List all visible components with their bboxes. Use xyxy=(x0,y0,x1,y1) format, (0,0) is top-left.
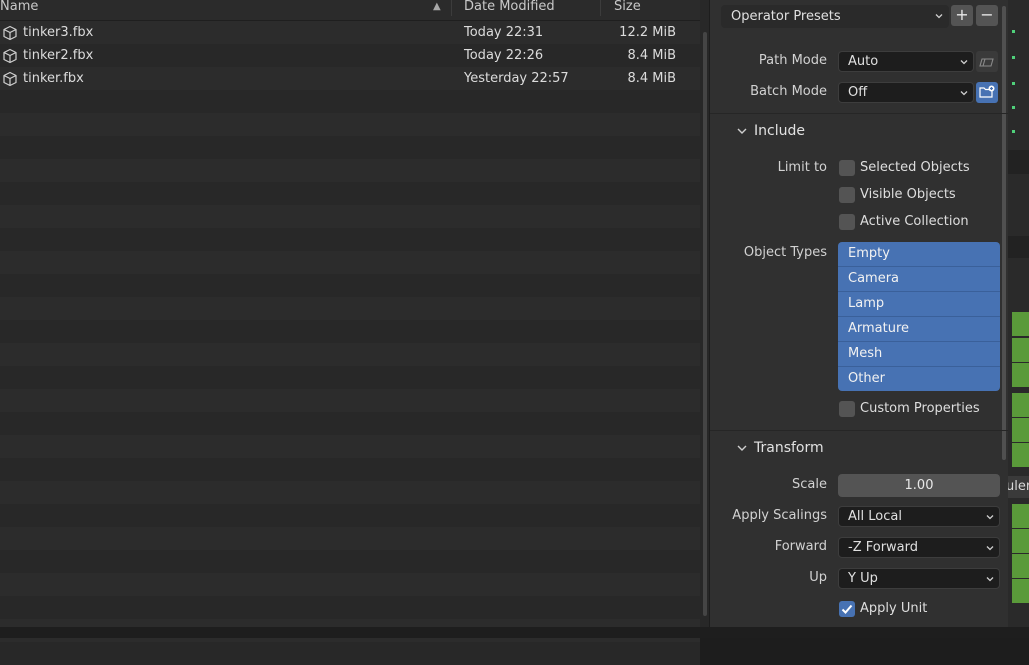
object-types-list: Empty Camera Lamp Armature Mesh Other xyxy=(838,242,1000,391)
batch-mode-dropdown[interactable]: Off xyxy=(838,82,974,103)
active-collection-checkbox[interactable] xyxy=(839,214,855,230)
object-type-lamp[interactable]: Lamp xyxy=(838,292,1000,317)
mesh-cube-icon xyxy=(3,48,17,64)
file-browser: Name ▲ Date Modified Size tinker3.fbx To… xyxy=(0,0,709,665)
selected-objects-checkbox[interactable] xyxy=(839,160,855,176)
chevron-down-icon xyxy=(986,515,994,520)
object-type-camera[interactable]: Camera xyxy=(838,267,1000,292)
remove-preset-button[interactable]: − xyxy=(976,5,998,26)
checkmark-icon xyxy=(841,604,853,614)
path-mode-value: Auto xyxy=(848,54,879,69)
chevron-down-icon[interactable] xyxy=(737,443,747,453)
file-date: Today 22:31 xyxy=(464,25,544,40)
embed-textures-button[interactable] xyxy=(976,51,998,72)
object-type-other[interactable]: Other xyxy=(838,367,1000,391)
column-header-date[interactable]: Date Modified xyxy=(464,0,555,20)
file-list-scrollbar[interactable] xyxy=(703,32,707,616)
file-name: tinker2.fbx xyxy=(23,48,94,63)
object-type-mesh[interactable]: Mesh xyxy=(838,342,1000,367)
file-size: 12.2 MiB xyxy=(619,25,676,40)
file-date: Today 22:26 xyxy=(464,48,544,63)
chevron-down-icon xyxy=(960,60,968,65)
apply-scalings-value: All Local xyxy=(848,509,902,524)
chevron-down-icon xyxy=(960,91,968,96)
panel-scrollbar[interactable] xyxy=(1002,6,1006,460)
file-row[interactable]: tinker3.fbx Today 22:31 12.2 MiB xyxy=(0,21,700,44)
object-type-empty[interactable]: Empty xyxy=(838,242,1000,267)
batch-mode-value: Off xyxy=(848,85,868,100)
selected-objects-label: Selected Objects xyxy=(860,160,970,175)
file-name: tinker.fbx xyxy=(23,71,84,86)
adjacent-editor-label-fragment: uler xyxy=(1008,476,1029,498)
chevron-down-icon xyxy=(935,14,943,19)
custom-properties-checkbox[interactable] xyxy=(839,401,855,417)
section-divider xyxy=(710,113,1008,114)
column-header-size[interactable]: Size xyxy=(614,0,641,20)
sort-ascending-icon[interactable]: ▲ xyxy=(433,0,441,14)
path-mode-dropdown[interactable]: Auto xyxy=(838,51,974,72)
apply-unit-label: Apply Unit xyxy=(860,601,928,616)
adjacent-editor-strip xyxy=(1012,312,1029,336)
chevron-down-icon xyxy=(986,577,994,582)
file-date: Yesterday 22:57 xyxy=(464,71,569,86)
operator-presets-dropdown[interactable]: Operator Presets xyxy=(721,5,949,28)
mesh-cube-icon xyxy=(3,25,17,41)
object-types-label: Object Types xyxy=(743,245,827,260)
active-collection-label: Active Collection xyxy=(860,214,969,229)
chevron-down-icon xyxy=(986,546,994,551)
batch-own-dir-toggle[interactable] xyxy=(976,82,998,103)
file-row[interactable]: tinker2.fbx Today 22:26 8.4 MiB xyxy=(0,44,700,67)
forward-axis-value: -Z Forward xyxy=(848,540,919,555)
up-axis-dropdown[interactable]: Y Up xyxy=(838,568,1000,589)
file-size: 8.4 MiB xyxy=(627,71,676,86)
batch-mode-label: Batch Mode xyxy=(750,84,827,99)
column-separator[interactable] xyxy=(600,0,601,16)
chevron-down-icon[interactable] xyxy=(737,126,747,136)
new-folder-icon xyxy=(979,85,995,98)
scale-label: Scale xyxy=(792,477,827,492)
forward-label: Forward xyxy=(774,539,827,554)
file-size: 8.4 MiB xyxy=(627,48,676,63)
add-preset-button[interactable]: + xyxy=(951,5,973,26)
up-axis-value: Y Up xyxy=(848,571,878,586)
file-row[interactable]: tinker.fbx Yesterday 22:57 8.4 MiB xyxy=(0,67,700,90)
path-mode-label: Path Mode xyxy=(758,53,827,68)
column-header-name[interactable]: Name xyxy=(0,0,38,20)
file-name: tinker3.fbx xyxy=(23,25,94,40)
bottom-border xyxy=(0,627,1029,638)
include-section-header[interactable]: Include xyxy=(754,121,805,141)
operator-presets-label: Operator Presets xyxy=(731,9,841,24)
custom-properties-label: Custom Properties xyxy=(860,401,980,416)
apply-scalings-dropdown[interactable]: All Local xyxy=(838,506,1000,527)
embed-textures-icon xyxy=(979,58,994,67)
file-list: tinker3.fbx Today 22:31 12.2 MiB tinker2… xyxy=(0,21,700,665)
visible-objects-checkbox[interactable] xyxy=(839,187,855,203)
visible-objects-label: Visible Objects xyxy=(860,187,956,202)
apply-scalings-label: Apply Scalings xyxy=(732,508,827,523)
scale-field[interactable]: 1.00 xyxy=(838,474,1000,497)
file-list-header: Name ▲ Date Modified Size xyxy=(0,0,700,21)
forward-axis-dropdown[interactable]: -Z Forward xyxy=(838,537,1000,558)
section-divider xyxy=(710,430,1008,431)
transform-section-header[interactable]: Transform xyxy=(754,438,824,458)
limit-to-label: Limit to xyxy=(777,160,827,175)
up-label: Up xyxy=(809,570,827,585)
apply-unit-checkbox[interactable] xyxy=(839,601,855,617)
mesh-cube-icon xyxy=(3,71,17,87)
object-type-armature[interactable]: Armature xyxy=(838,317,1000,342)
column-separator[interactable] xyxy=(451,0,452,16)
